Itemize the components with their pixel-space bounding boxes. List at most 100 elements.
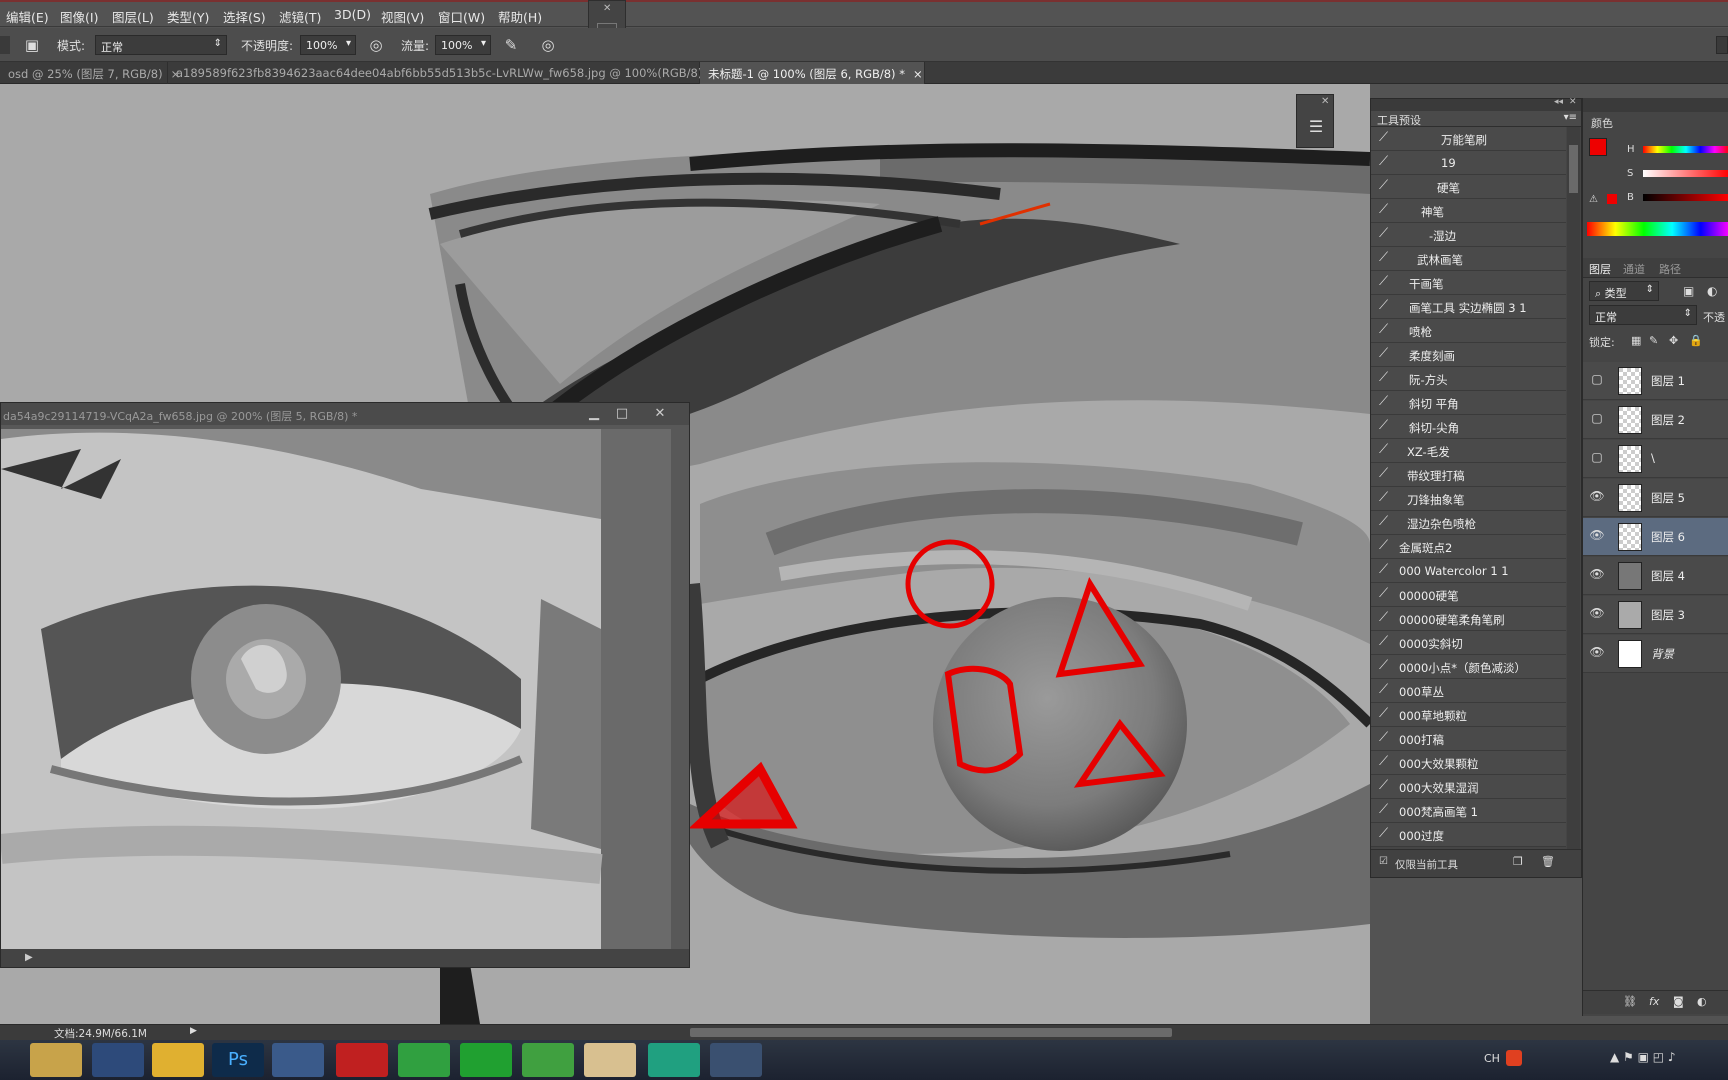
mode-dropdown[interactable]: 正常 ⇕: [95, 35, 227, 55]
tab-untitled-1[interactable]: 未标题-1 @ 100% (图层 6, RGB/8) * ×: [700, 62, 925, 84]
tab-channels[interactable]: 通道: [1623, 261, 1645, 277]
reference-eye-photo[interactable]: [1, 429, 671, 949]
preset-item[interactable]: ⟋ 000 Watercolor 1 1: [1371, 559, 1566, 583]
preset-item[interactable]: ⟋ 画笔工具 实边椭圆 3 1: [1371, 295, 1566, 319]
color-panel-title[interactable]: 颜色: [1591, 115, 1613, 131]
gamut-swatch[interactable]: [1607, 194, 1617, 204]
layer-row-selected[interactable]: 👁 图层 6: [1583, 518, 1728, 556]
anime-app-icon[interactable]: [584, 1043, 636, 1077]
eye-icon[interactable]: 👁: [1589, 606, 1605, 622]
lock-pixels-icon[interactable]: ✎: [1649, 334, 1658, 347]
close-icon[interactable]: ✕: [1321, 96, 1329, 107]
workspace-button[interactable]: [1716, 36, 1728, 54]
preset-item[interactable]: ⟋ 武林画笔: [1371, 247, 1566, 271]
brush-panel-toggle-icon[interactable]: ▣: [22, 35, 42, 55]
preset-item[interactable]: ⟋ 硬笔: [1371, 175, 1566, 199]
preset-item[interactable]: ⟋ 神笔: [1371, 199, 1566, 223]
close-icon[interactable]: ✕: [603, 3, 611, 14]
reference-image-window[interactable]: da54a9c29114719-VCqA2a_fw658.jpg @ 200% …: [0, 402, 690, 968]
layer-row[interactable]: 👁 图层 5: [1583, 479, 1728, 517]
menu-3d[interactable]: 3D(D): [334, 7, 371, 22]
preset-item[interactable]: ⟋ 柔度刻画: [1371, 343, 1566, 367]
horizontal-scrollbar-thumb[interactable]: [690, 1028, 1172, 1037]
menu-help[interactable]: 帮助(H): [498, 7, 542, 26]
app-c-icon[interactable]: [460, 1043, 512, 1077]
preset-item[interactable]: ⟋ 斜切 平角: [1371, 391, 1566, 415]
panel-menu-icon[interactable]: ▾≡: [1564, 112, 1577, 123]
play-icon[interactable]: ▶: [25, 952, 33, 963]
tab-reference-jpg[interactable]: a189589f623fb8394623aac64dee04abf6bb55d5…: [168, 62, 720, 84]
eye-icon[interactable]: 👁: [1589, 567, 1605, 583]
minimize-icon[interactable]: ▁: [583, 405, 605, 423]
visibility-toggle[interactable]: ▢: [1589, 372, 1605, 388]
sliders-icon[interactable]: ☰: [1305, 117, 1327, 139]
new-preset-icon[interactable]: ❐: [1513, 855, 1523, 868]
reference-horizontal-scrollbar[interactable]: ▶: [1, 949, 689, 967]
panel-header[interactable]: ◂◂ ✕: [1371, 97, 1581, 111]
wechat-icon[interactable]: [522, 1043, 574, 1077]
tab-paths[interactable]: 路径: [1659, 261, 1681, 277]
image-filter-icon[interactable]: ▣: [1683, 284, 1694, 298]
preset-item[interactable]: ⟋ 0000小点*（颜色减淡）: [1371, 655, 1566, 679]
menu-filter[interactable]: 滤镜(T): [279, 7, 321, 26]
airbrush-icon[interactable]: ✎: [501, 35, 521, 55]
preset-item[interactable]: ⟋ 斜切-尖角: [1371, 415, 1566, 439]
lock-all-icon[interactable]: 🔒: [1689, 334, 1703, 347]
color-spectrum-ramp[interactable]: [1587, 222, 1728, 236]
preset-item[interactable]: ⟋ 000梵高画笔 1: [1371, 799, 1566, 823]
tab-osd[interactable]: osd @ 25% (图层 7, RGB/8) ×: [0, 62, 180, 84]
hue-slider[interactable]: [1643, 146, 1728, 153]
adjustment-filter-icon[interactable]: ◐: [1707, 284, 1717, 298]
preset-item[interactable]: ⟋ -湿边: [1371, 223, 1566, 247]
eye-icon[interactable]: 👁: [1589, 489, 1605, 505]
maximize-icon[interactable]: □: [611, 405, 633, 423]
preset-item[interactable]: ⟋ XZ-毛发: [1371, 439, 1566, 463]
download-icon[interactable]: [398, 1043, 450, 1077]
link-icon[interactable]: ⛓: [1623, 995, 1637, 1008]
lock-transparency-icon[interactable]: ▦: [1631, 334, 1641, 347]
menu-view[interactable]: 视图(V): [381, 7, 424, 26]
preset-item[interactable]: ⟋ 00000硬笔柔角笔刷: [1371, 607, 1566, 631]
checkbox-icon[interactable]: ☑: [1379, 856, 1388, 867]
preset-item[interactable]: ⟋ 00000硬笔: [1371, 583, 1566, 607]
preset-item[interactable]: ⟋ 阮-方头: [1371, 367, 1566, 391]
adjustment-layer-icon[interactable]: ◐: [1697, 995, 1707, 1008]
tool-presets-tab[interactable]: 工具预设 ▾≡: [1371, 111, 1581, 127]
pressure-size-icon[interactable]: ◎: [538, 35, 558, 55]
layer-row[interactable]: ▢ 图层 1: [1583, 362, 1728, 400]
preset-item[interactable]: ⟋ 000草地颗粒: [1371, 703, 1566, 727]
green-app-icon[interactable]: [648, 1043, 700, 1077]
preset-list[interactable]: ⟋ 万能笔刷 ⟋ 19 ⟋ 硬笔 ⟋ 神笔 ⟋ -湿边 ⟋ 武林画笔 ⟋ 干画笔 ⟋ 画笔工具 …: [1371, 127, 1566, 849]
menu-edit[interactable]: 编辑(E): [6, 7, 49, 26]
layer-row[interactable]: ▢ 图层 2: [1583, 401, 1728, 439]
preset-item[interactable]: ⟋ 金属斑点2: [1371, 535, 1566, 559]
play-icon[interactable]: ▶: [190, 1026, 197, 1036]
preset-item[interactable]: ⟋ 000大效果颗粒: [1371, 751, 1566, 775]
visibility-toggle[interactable]: ▢: [1589, 450, 1605, 466]
eye-icon[interactable]: 👁: [1589, 528, 1605, 544]
notepad-icon[interactable]: [152, 1043, 204, 1077]
layer-row[interactable]: 👁 图层 4: [1583, 557, 1728, 595]
panel-header[interactable]: [1583, 98, 1728, 112]
lock-position-icon[interactable]: ✥: [1669, 334, 1678, 347]
qq-alt-icon[interactable]: [710, 1043, 762, 1077]
preset-item[interactable]: ⟋ 000过度: [1371, 823, 1566, 847]
preset-item[interactable]: ⟋ 0000实斜切: [1371, 631, 1566, 655]
preset-item[interactable]: ⟋ 000草丛: [1371, 679, 1566, 703]
preset-item[interactable]: ⟋ 19: [1371, 151, 1566, 175]
close-icon[interactable]: ✕: [649, 405, 671, 423]
preset-scrollbar[interactable]: [1567, 127, 1580, 849]
preset-item[interactable]: ⟋ 000打稿: [1371, 727, 1566, 751]
language-indicator[interactable]: CH: [1484, 1052, 1500, 1065]
adjustments-mini-panel[interactable]: ✕ ☰: [1296, 94, 1334, 148]
preset-item[interactable]: ⟋ 喷枪: [1371, 319, 1566, 343]
brightness-slider[interactable]: [1643, 194, 1728, 201]
photoshop-icon[interactable]: Ps: [212, 1043, 264, 1077]
menu-image[interactable]: 图像(I): [60, 7, 98, 26]
preset-item[interactable]: ⟋ 干画笔: [1371, 271, 1566, 295]
collapse-icon[interactable]: ◂◂: [1554, 97, 1563, 107]
pressure-opacity-icon[interactable]: ◎: [366, 35, 386, 55]
opacity-field[interactable]: 100% ▾: [300, 35, 356, 55]
tool-preset-picker[interactable]: [0, 36, 10, 54]
fx-icon[interactable]: fx: [1649, 995, 1659, 1008]
